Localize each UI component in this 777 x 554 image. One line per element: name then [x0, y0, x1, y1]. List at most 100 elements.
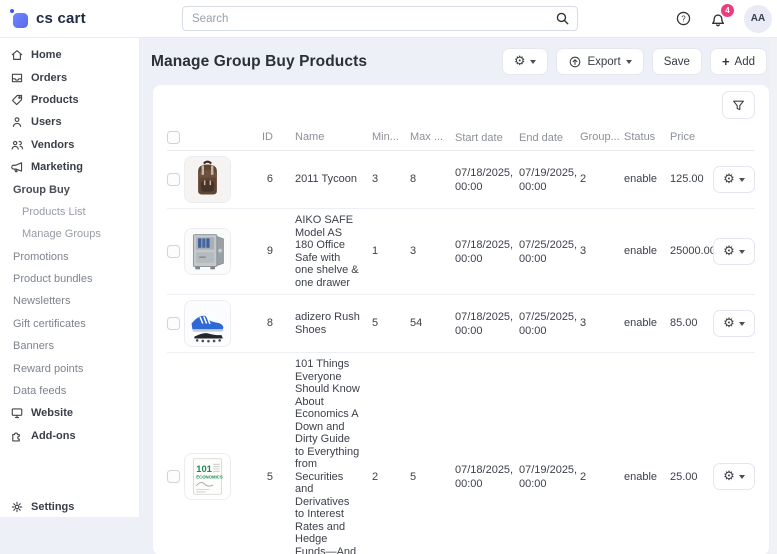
row-settings-button[interactable]: ⚙ [713, 310, 755, 337]
sidebar-item-gift-certificates[interactable]: Gift certificates [0, 313, 139, 335]
status-value[interactable]: enable [617, 317, 663, 330]
sidebar-item-label: Banners [13, 340, 54, 353]
sidebar-item-manage-groups[interactable]: Manage Groups [0, 223, 139, 245]
sidebar-item-label: Orders [31, 71, 68, 84]
table-row: 6 2011 Tycoon 3 8 07/18/2025, 00:00 07/1… [167, 151, 755, 209]
export-button[interactable]: Export [556, 48, 644, 75]
sidebar-item-data-feeds[interactable]: Data feeds [0, 380, 139, 402]
end-date: 07/25/2025, 00:00 [519, 238, 578, 265]
table-row: 8 adizero Rush Shoes 5 54 07/18/2025, 00… [167, 295, 755, 353]
min-quantity: 2 [372, 470, 379, 483]
sidebar-item-label: Home [31, 49, 62, 62]
product-id: 5 [266, 470, 273, 483]
table-body: 6 2011 Tycoon 3 8 07/18/2025, 00:00 07/1… [167, 151, 755, 554]
notifications-button[interactable]: 4 [709, 3, 734, 28]
product-name-link[interactable]: AIKO SAFE Model AS 180 Office Safe with … [281, 214, 365, 289]
sidebar-item-vendors[interactable]: Vendors [0, 134, 139, 156]
product-image-shoes[interactable] [184, 300, 231, 347]
group-count: 3 [580, 317, 587, 330]
sidebar-item-users[interactable]: Users [0, 111, 139, 133]
price-value: 85.00 [670, 317, 698, 330]
product-image-book[interactable]: 101 ECONOMICS [184, 453, 231, 501]
sidebar-item-orders[interactable]: Orders [0, 66, 139, 88]
page-settings-dropdown-button[interactable]: ⚙ [501, 48, 549, 75]
column-header-name[interactable]: Name [281, 131, 365, 144]
sidebar-item-product-bundles[interactable]: Product bundles [0, 268, 139, 290]
max-quantity: 5 [410, 470, 417, 483]
row-settings-button[interactable]: ⚙ [713, 463, 755, 491]
add-label: Add [734, 55, 755, 68]
group-count: 2 [580, 470, 587, 483]
save-button[interactable]: Save [651, 48, 702, 75]
product-image-safe[interactable] [184, 228, 231, 275]
search-input[interactable] [182, 6, 578, 31]
product-image-backpack[interactable] [184, 156, 231, 203]
row-checkbox[interactable] [167, 317, 180, 330]
end-date: 07/25/2025, 00:00 [519, 310, 578, 337]
row-settings-button[interactable]: ⚙ [713, 166, 755, 193]
sidebar-item-group-buy[interactable]: Group Buy [0, 178, 139, 200]
sidebar-item-reward-points[interactable]: Reward points [0, 357, 139, 379]
sidebar-item-label: Gift certificates [13, 317, 86, 330]
logo[interactable]: cs cart [10, 9, 182, 28]
vertical-scrollbar[interactable] [770, 38, 777, 554]
sidebar-item-add-ons[interactable]: Add-ons [0, 425, 139, 447]
plus-icon: + [721, 54, 730, 69]
column-header-start-date[interactable]: Start date [447, 131, 511, 145]
gear-icon: ⚙ [723, 244, 735, 259]
sidebar-item-settings[interactable]: Settings [0, 496, 139, 518]
sidebar-item-label: Settings [31, 501, 75, 514]
filter-row [167, 91, 755, 123]
chevron-down-icon [738, 249, 745, 254]
row-checkbox[interactable] [167, 470, 180, 484]
row-settings-button[interactable]: ⚙ [713, 238, 755, 265]
table-row: 101 ECONOMICS 5 101 Things Everyone Shou… [167, 353, 755, 554]
sidebar-nav: Home Orders Products Users Vendors Marke… [0, 44, 139, 447]
sidebar-item-label: Promotions [13, 250, 69, 263]
start-date: 07/18/2025, 00:00 [455, 166, 514, 193]
status-value[interactable]: enable [617, 173, 663, 186]
help-button[interactable]: ? [675, 10, 692, 27]
sidebar-item-banners[interactable]: Banners [0, 335, 139, 357]
add-button[interactable]: + Add [709, 48, 767, 75]
max-quantity: 54 [410, 317, 423, 330]
start-date: 07/18/2025, 00:00 [455, 463, 514, 490]
gear-icon: ⚙ [723, 172, 735, 187]
select-all-checkbox[interactable] [167, 131, 180, 144]
row-checkbox[interactable] [167, 173, 180, 186]
product-id: 8 [266, 317, 273, 330]
status-value[interactable]: enable [617, 471, 663, 484]
sidebar-item-website[interactable]: Website [0, 402, 139, 424]
sidebar-item-products[interactable]: Products [0, 89, 139, 111]
sidebar-item-marketing[interactable]: Marketing [0, 156, 139, 178]
funnel-icon [733, 100, 744, 110]
column-header-min[interactable]: Min... [365, 131, 403, 144]
filter-button[interactable] [722, 91, 755, 119]
end-date: 07/19/2025, 00:00 [519, 166, 578, 193]
sidebar-item-home[interactable]: Home [0, 44, 139, 66]
column-header-group[interactable]: Group... [573, 131, 620, 144]
sidebar-item-label: Reward points [13, 362, 84, 375]
search-icon[interactable] [554, 10, 571, 27]
sidebar-item-products-list[interactable]: Products List [0, 201, 139, 223]
group-count: 3 [580, 245, 587, 258]
avatar[interactable]: AA [744, 4, 772, 33]
column-header-end-date[interactable]: End date [511, 131, 573, 145]
topbar: cs cart ? 4 AA [0, 0, 777, 38]
sidebar-item-newsletters[interactable]: Newsletters [0, 290, 139, 312]
users-icon [10, 115, 24, 129]
row-checkbox[interactable] [167, 245, 180, 258]
sidebar-item-label: Add-ons [31, 429, 76, 442]
status-value[interactable]: enable [617, 245, 663, 258]
min-quantity: 5 [372, 317, 379, 330]
column-header-max[interactable]: Max ... [403, 131, 447, 144]
column-header-price[interactable]: Price [663, 131, 713, 144]
product-name-link[interactable]: 101 Things Everyone Should Know About Ec… [281, 358, 365, 554]
product-name-link[interactable]: adizero Rush Shoes [281, 311, 365, 336]
min-quantity: 3 [372, 173, 379, 186]
column-header-status[interactable]: Status [617, 131, 663, 144]
column-header-id[interactable]: ID [245, 131, 281, 144]
sidebar-item-label: Manage Groups [22, 228, 101, 241]
sidebar-item-promotions[interactable]: Promotions [0, 246, 139, 268]
product-name-link[interactable]: 2011 Tycoon [281, 173, 365, 186]
